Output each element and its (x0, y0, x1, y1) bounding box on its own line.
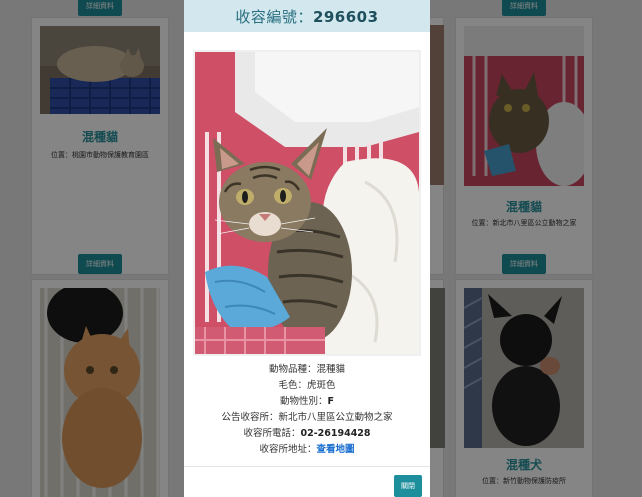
modal-footer-divider (184, 466, 430, 467)
info-shelter: 公告收容所：新北市八里區公立動物之家 (184, 410, 430, 426)
info-sex: 動物性別：F (184, 394, 430, 410)
info-address: 收容所地址：查看地圖 (184, 442, 430, 458)
animal-photo (193, 50, 421, 356)
shelter-label: 公告收容所： (221, 412, 279, 423)
modal-header: 收容編號：296603 (184, 0, 430, 32)
breed-label: 動物品種： (268, 364, 317, 375)
close-button[interactable]: 關閉 (394, 475, 422, 497)
info-breed: 動物品種：混種貓 (184, 362, 430, 378)
color-label: 毛色： (278, 380, 307, 391)
phone-value: 02-26194428 (300, 428, 371, 439)
phone-label: 收容所電話： (243, 428, 301, 439)
color-value: 虎斑色 (307, 380, 336, 391)
animal-detail-modal: 收容編號：296603 動物品種：混種貓 毛色：虎斑色 動物性別：F 公告收容所… (184, 0, 430, 497)
view-map-link[interactable]: 查看地圖 (317, 444, 355, 455)
info-color: 毛色：虎斑色 (184, 378, 430, 394)
address-label: 收容所地址： (259, 444, 317, 455)
breed-value: 混種貓 (316, 364, 346, 375)
shelter-value: 新北市八里區公立動物之家 (278, 412, 393, 423)
sex-label: 動物性別： (279, 396, 328, 407)
sex-value: F (327, 396, 335, 407)
modal-title: 收容編號：296603 (235, 6, 378, 27)
shelter-id: 296603 (312, 8, 379, 26)
title-label: 收容編號： (235, 8, 313, 26)
animal-info: 動物品種：混種貓 毛色：虎斑色 動物性別：F 公告收容所：新北市八里區公立動物之… (184, 362, 430, 458)
info-phone: 收容所電話：02-26194428 (184, 426, 430, 442)
